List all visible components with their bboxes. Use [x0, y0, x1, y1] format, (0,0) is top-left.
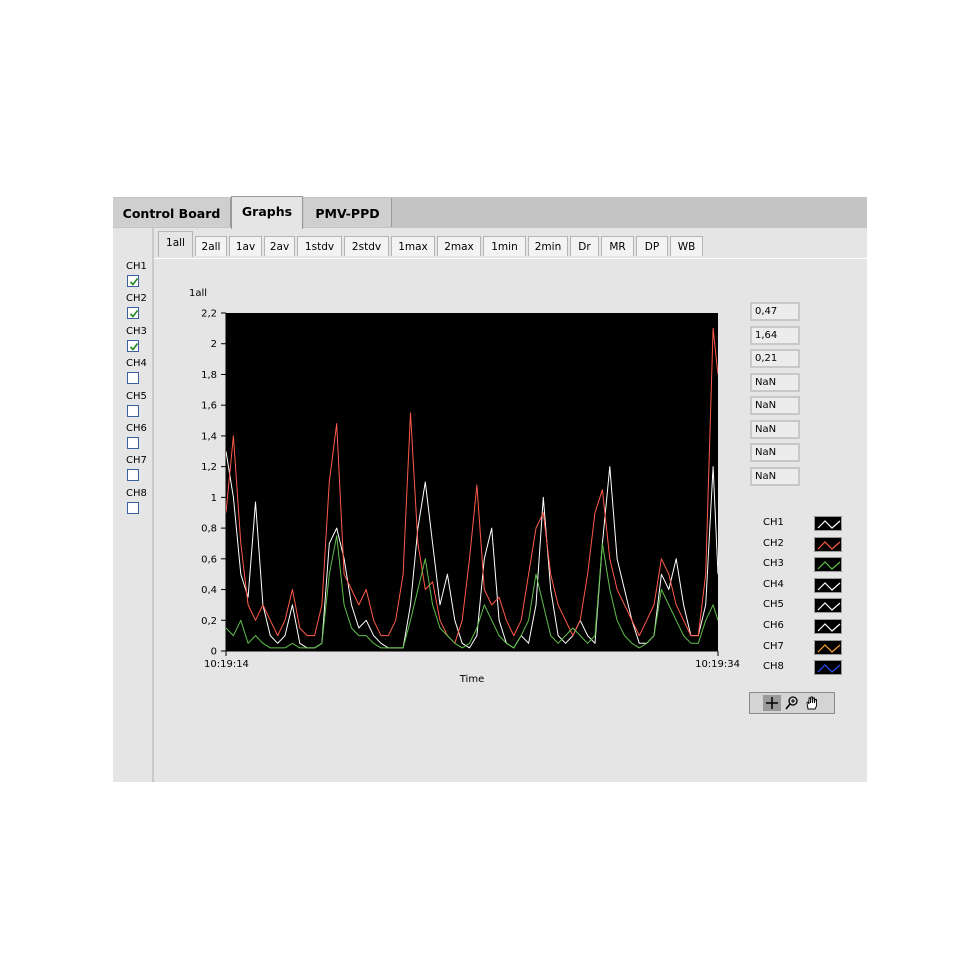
- sub-tab-dr[interactable]: Dr: [570, 236, 599, 256]
- channel-label-ch4: CH4: [126, 358, 147, 370]
- legend-label-ch3: CH3: [763, 558, 784, 570]
- graph-sub-tab-bar: 1all 2all 1av 2av 1stdv 2stdv 1max 2max 1min 2min…: [154, 231, 867, 259]
- legend-swatch-ch5[interactable]: [814, 598, 842, 614]
- channel-checkbox-ch1[interactable]: [127, 275, 139, 287]
- sub-tab-1max[interactable]: 1max: [391, 236, 435, 256]
- y-tick-label: 0: [211, 647, 217, 658]
- legend-swatch-ch4[interactable]: [814, 577, 842, 593]
- y-tick-label: 1,2: [201, 462, 217, 473]
- tab-graphs[interactable]: Graphs: [231, 196, 303, 229]
- channel-checkbox-ch5[interactable]: [127, 404, 139, 417]
- hand-icon[interactable]: [803, 695, 821, 711]
- graphs-window: Control Board Graphs PMV-PPD CH1 CH2 CH3 CH…: [113, 196, 867, 782]
- y-tick-label: 2: [211, 339, 217, 350]
- y-tick-label: 0,6: [201, 554, 217, 565]
- sub-tab-wb[interactable]: WB: [670, 236, 703, 256]
- sub-tab-divider: [154, 258, 867, 259]
- channel-value-box: NaN: [750, 443, 800, 462]
- sub-tab-dp[interactable]: DP: [636, 236, 668, 256]
- channel-checkbox-ch2[interactable]: [127, 307, 139, 320]
- y-tick-label: 0,8: [201, 524, 217, 535]
- crosshair-icon[interactable]: [763, 695, 781, 711]
- legend-swatch-ch8[interactable]: [814, 660, 842, 676]
- channel-select-panel: CH1 CH2 CH3 CH4 CH5 CH6 CH7 CH8: [113, 228, 154, 782]
- channel-value-box: NaN: [750, 466, 800, 486]
- channel-label-ch7: CH7: [126, 455, 147, 467]
- channel-value-box: NaN: [750, 419, 800, 439]
- y-tick-label: 0,4: [201, 585, 217, 596]
- legend-label-ch1: CH1: [763, 517, 784, 528]
- plot-area: [226, 313, 718, 651]
- channel-value-box: NaN: [750, 396, 800, 415]
- legend-label-ch7: CH7: [763, 640, 784, 652]
- legend-swatch-ch2[interactable]: [814, 536, 842, 552]
- check-icon: [129, 278, 139, 286]
- channel-checkbox-ch3[interactable]: [127, 339, 139, 352]
- y-tick-label: 1,8: [201, 370, 217, 381]
- channel-label-ch5: CH5: [126, 390, 147, 402]
- main-tab-bar: Control Board Graphs PMV-PPD: [113, 196, 867, 229]
- channel-checkbox-ch8[interactable]: [127, 501, 139, 514]
- legend-label-ch8: CH8: [763, 661, 784, 673]
- sub-tab-1min[interactable]: 1min: [483, 236, 526, 256]
- check-icon: [129, 310, 139, 319]
- legend-swatch-ch7[interactable]: [814, 639, 842, 655]
- x-axis-label: Time: [459, 674, 484, 685]
- graph-palette: [749, 692, 835, 714]
- y-tick-label: 1,4: [201, 431, 217, 442]
- channel-label-ch6: CH6: [126, 423, 147, 434]
- y-tick-label: 2,2: [201, 309, 217, 320]
- tab-control-board[interactable]: Control Board: [113, 198, 231, 227]
- y-tick-label: 0,2: [201, 616, 217, 627]
- channel-checkbox-ch6[interactable]: [127, 437, 139, 449]
- y-tick-label: 1: [211, 493, 217, 504]
- channel-value-box: 0,47: [750, 302, 800, 321]
- channel-checkbox-ch7[interactable]: [127, 469, 139, 482]
- y-tick-label: 1,6: [201, 401, 217, 412]
- channel-value-box: 0,21: [750, 349, 800, 368]
- sub-tab-2max[interactable]: 2max: [437, 236, 481, 256]
- channel-value-box: 1,64: [750, 325, 800, 345]
- sub-tab-2stdv[interactable]: 2stdv: [344, 236, 389, 256]
- sub-tab-2av[interactable]: 2av: [264, 236, 295, 256]
- legend-swatch-ch3[interactable]: [814, 557, 842, 573]
- legend-swatch-ch1[interactable]: [814, 516, 842, 531]
- legend-label-ch6: CH6: [763, 620, 784, 631]
- channel-label-ch2: CH2: [126, 293, 147, 305]
- legend-swatch-ch6[interactable]: [814, 619, 842, 634]
- sub-tab-2min[interactable]: 2min: [528, 236, 568, 256]
- zoom-icon[interactable]: [783, 695, 801, 711]
- sub-tab-1all[interactable]: 1all: [158, 231, 193, 257]
- check-icon: [129, 342, 139, 351]
- channel-checkbox-ch4[interactable]: [127, 372, 139, 385]
- x-tick-label: 10:19:14: [204, 659, 249, 670]
- x-tick-label: 10:19:34: [695, 659, 740, 670]
- sub-tab-1av[interactable]: 1av: [229, 236, 262, 256]
- channel-label-ch3: CH3: [126, 325, 147, 337]
- legend-label-ch4: CH4: [763, 578, 784, 590]
- legend-label-ch2: CH2: [763, 537, 784, 549]
- channel-value-box: NaN: [750, 372, 800, 392]
- tab-pmv-ppd[interactable]: PMV-PPD: [304, 198, 392, 227]
- sub-tab-mr[interactable]: MR: [601, 236, 634, 256]
- line-chart[interactable]: 0 0,2 0,4 0,6 0,8 1 1,2 1,4 1,6 1,8 2 2,2 10:19:14 10…: [183, 297, 743, 697]
- legend-label-ch5: CH5: [763, 599, 784, 611]
- sub-tab-1stdv[interactable]: 1stdv: [297, 236, 342, 256]
- channel-label-ch8: CH8: [126, 487, 147, 499]
- sub-tab-2all[interactable]: 2all: [195, 236, 227, 256]
- channel-label-ch1: CH1: [126, 261, 147, 272]
